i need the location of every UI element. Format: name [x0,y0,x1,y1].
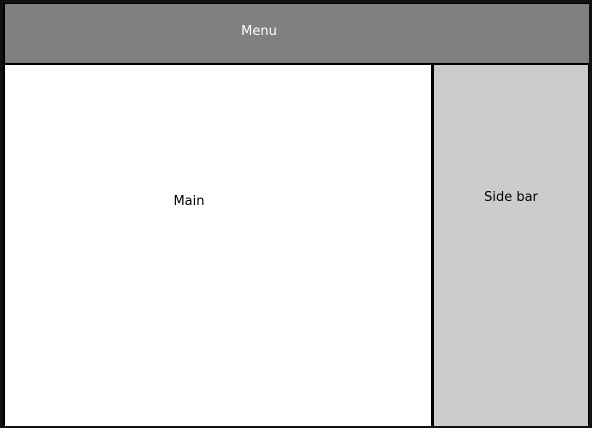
menu-region: Menu [5,4,589,63]
sidebar-label: Side bar [484,190,538,205]
sidebar-region: Side bar [434,65,588,426]
main-region: Main [5,65,431,426]
main-label: Main [173,194,205,209]
layout-wireframe: Menu Main Side bar [0,0,592,428]
menu-label: Menu [241,24,277,39]
